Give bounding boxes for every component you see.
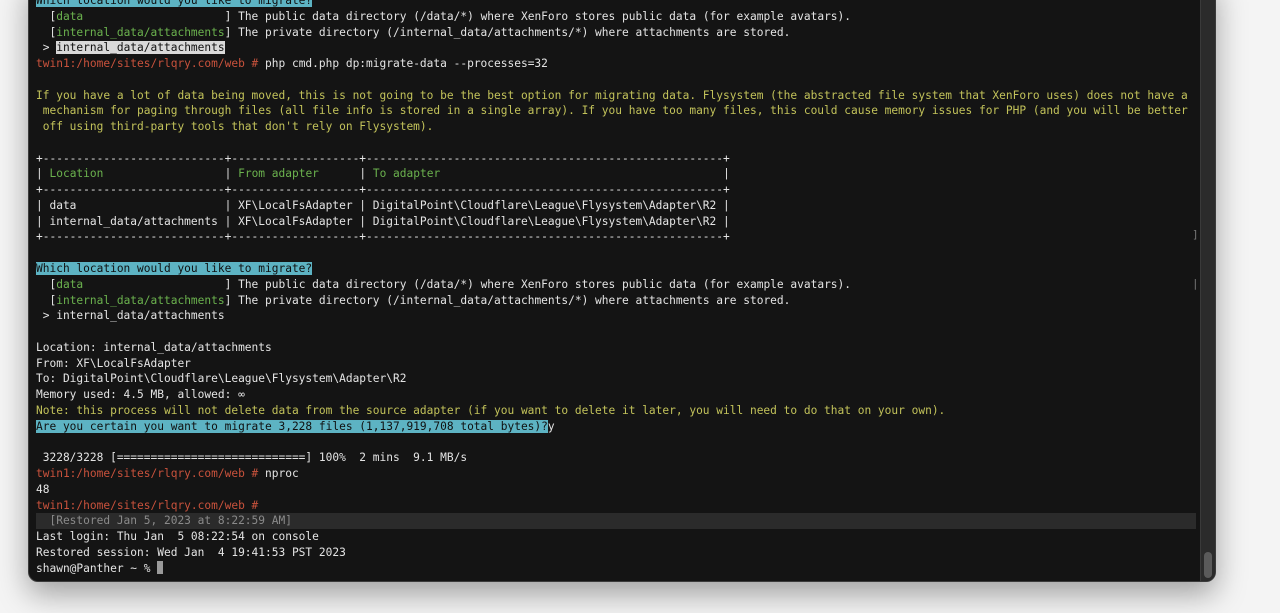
terminal-text: Are you certain you want to migrate 3,22… <box>36 419 548 433</box>
shell-prompt: twin1:/home/sites/rlqry.com/web # <box>36 498 259 512</box>
terminal-text: ] The private directory (/internal_data/… <box>224 293 791 307</box>
terminal-text: internal_data/attachments <box>56 41 225 55</box>
terminal-text: +---------------------------+-----------… <box>36 183 730 197</box>
terminal-text: Which location would you like to migrate… <box>36 0 313 7</box>
terminal-text: ] The public data directory (/data/*) wh… <box>83 9 852 23</box>
terminal-line: [internal_data/attachments] The private … <box>36 25 1196 41</box>
terminal-line: | internal_data/attachments | XF\LocalFs… <box>36 214 1196 230</box>
terminal-line: Location: internal_data/attachments <box>36 340 1196 356</box>
shell-prompt: twin1:/home/sites/rlqry.com/web # <box>36 57 266 71</box>
scrollbar-thumb[interactable] <box>1204 552 1212 578</box>
terminal-text: [ <box>36 277 57 291</box>
terminal-line: 3228/3228 [============================]… <box>36 450 1196 466</box>
terminal-line: 48 <box>36 482 1196 498</box>
terminal-text: Last login: Thu Jan 5 08:22:54 on consol… <box>36 530 319 544</box>
terminal-line: [data ] The public data directory (/data… <box>36 277 1196 293</box>
terminal-line: Which location would you like to migrate… <box>36 0 1196 9</box>
terminal-text: [Restored Jan 5, 2023 at 8:22:59 AM] <box>36 514 292 528</box>
terminal-output[interactable]: Which location would you like to migrate… <box>36 0 1196 576</box>
terminal-line: > internal_data/attachments <box>36 308 1196 324</box>
terminal-line: From: XF\LocalFsAdapter <box>36 356 1196 372</box>
shell-prompt: twin1:/home/sites/rlqry.com/web # <box>36 466 266 480</box>
terminal-text: From adapter <box>238 167 360 181</box>
terminal-line: To: DigitalPoint\Cloudflare\League\Flysy… <box>36 371 1196 387</box>
terminal-line: shawn@Panther ~ % <box>36 560 1196 577</box>
terminal-line: Are you certain you want to migrate 3,22… <box>36 419 1196 435</box>
terminal-text: | <box>36 167 50 181</box>
terminal-text: data <box>56 9 84 23</box>
terminal-text: nproc <box>265 466 299 480</box>
terminal-text: y <box>547 419 555 433</box>
terminal-line: | data | XF\LocalFsAdapter | DigitalPoin… <box>36 198 1196 214</box>
terminal-text: Restored session: Wed Jan 4 19:41:53 PST… <box>36 545 346 559</box>
terminal-line: If you have a lot of data being moved, t… <box>36 88 1196 104</box>
terminal-text: ] The private directory (/internal_data/… <box>224 25 791 39</box>
selection-bar: | <box>1192 277 1199 290</box>
terminal-line: Note: this process will not delete data … <box>36 403 1196 419</box>
terminal-line: mechanism for paging through files (all … <box>36 103 1196 119</box>
terminal-line: [data ] The public data directory (/data… <box>36 9 1196 25</box>
selection-mark-right: ] <box>1192 228 1199 241</box>
terminal-window: Which location would you like to migrate… <box>28 0 1216 582</box>
terminal-line: twin1:/home/sites/rlqry.com/web # php cm… <box>36 56 1196 72</box>
terminal-line: Last login: Thu Jan 5 08:22:54 on consol… <box>36 529 1196 545</box>
terminal-text: shawn@Panther ~ % <box>36 561 158 575</box>
terminal-text: Location <box>49 167 225 181</box>
terminal-text: 3228/3228 [============================]… <box>36 451 468 465</box>
scrollbar[interactable] <box>1200 0 1215 581</box>
terminal-line: [Restored Jan 5, 2023 at 8:22:59 AM] <box>36 513 1196 530</box>
terminal-text: +---------------------------+-----------… <box>36 230 730 244</box>
terminal-text: > <box>36 41 57 55</box>
terminal-text: [ <box>36 9 57 23</box>
terminal-text: Memory used: 4.5 MB, allowed: ∞ <box>36 388 245 402</box>
terminal-text: mechanism for paging through files (all … <box>36 104 1188 118</box>
terminal-text: Which location would you like to migrate… <box>36 262 313 276</box>
terminal-line: Restored session: Wed Jan 4 19:41:53 PST… <box>36 545 1196 561</box>
terminal-text: data <box>56 277 84 291</box>
terminal-text: From: XF\LocalFsAdapter <box>36 356 191 370</box>
terminal-text: > internal_data/attachments <box>36 309 225 323</box>
terminal-text: | <box>359 167 373 181</box>
terminal-text: Location: internal_data/attachments <box>36 340 272 354</box>
terminal-line: +---------------------------+-----------… <box>36 182 1196 198</box>
terminal-text: off using third-party tools that don't r… <box>36 120 434 134</box>
terminal-text: php cmd.php dp:migrate-data --processes=… <box>265 57 548 71</box>
terminal-text: | <box>723 167 730 181</box>
terminal-text: [ <box>36 293 57 307</box>
terminal-text: +---------------------------+-----------… <box>36 151 730 165</box>
terminal-line: | Location | From adapter | To adapter | <box>36 166 1196 182</box>
terminal-text: | internal_data/attachments | XF\LocalFs… <box>36 214 730 228</box>
terminal-line: > internal_data/attachments <box>36 40 1196 56</box>
terminal-line: off using third-party tools that don't r… <box>36 119 1196 135</box>
terminal-text: [ <box>36 25 57 39</box>
terminal-text: To adapter <box>372 167 724 181</box>
terminal-line: twin1:/home/sites/rlqry.com/web # nproc <box>36 466 1196 482</box>
terminal-text: ] The public data directory (/data/*) wh… <box>83 277 852 291</box>
terminal-text: internal_data/attachments <box>56 293 225 307</box>
terminal-text: 48 <box>36 482 50 496</box>
terminal-line: Memory used: 4.5 MB, allowed: ∞ <box>36 387 1196 403</box>
terminal-text: | data | XF\LocalFsAdapter | DigitalPoin… <box>36 198 730 212</box>
terminal-line: [internal_data/attachments] The private … <box>36 293 1196 309</box>
terminal-text: | <box>224 167 239 181</box>
terminal-line: Which location would you like to migrate… <box>36 261 1196 277</box>
terminal-text: internal_data/attachments <box>56 25 225 39</box>
terminal-text: If you have a lot of data being moved, t… <box>36 88 1188 102</box>
terminal-line: twin1:/home/sites/rlqry.com/web # <box>36 498 1196 514</box>
terminal-line: +---------------------------+-----------… <box>36 151 1196 167</box>
terminal-text: Note: this process will not delete data … <box>36 403 946 417</box>
terminal-text: To: DigitalPoint\Cloudflare\League\Flysy… <box>36 372 407 386</box>
cursor <box>157 560 164 574</box>
terminal-line: +---------------------------+-----------… <box>36 229 1196 245</box>
